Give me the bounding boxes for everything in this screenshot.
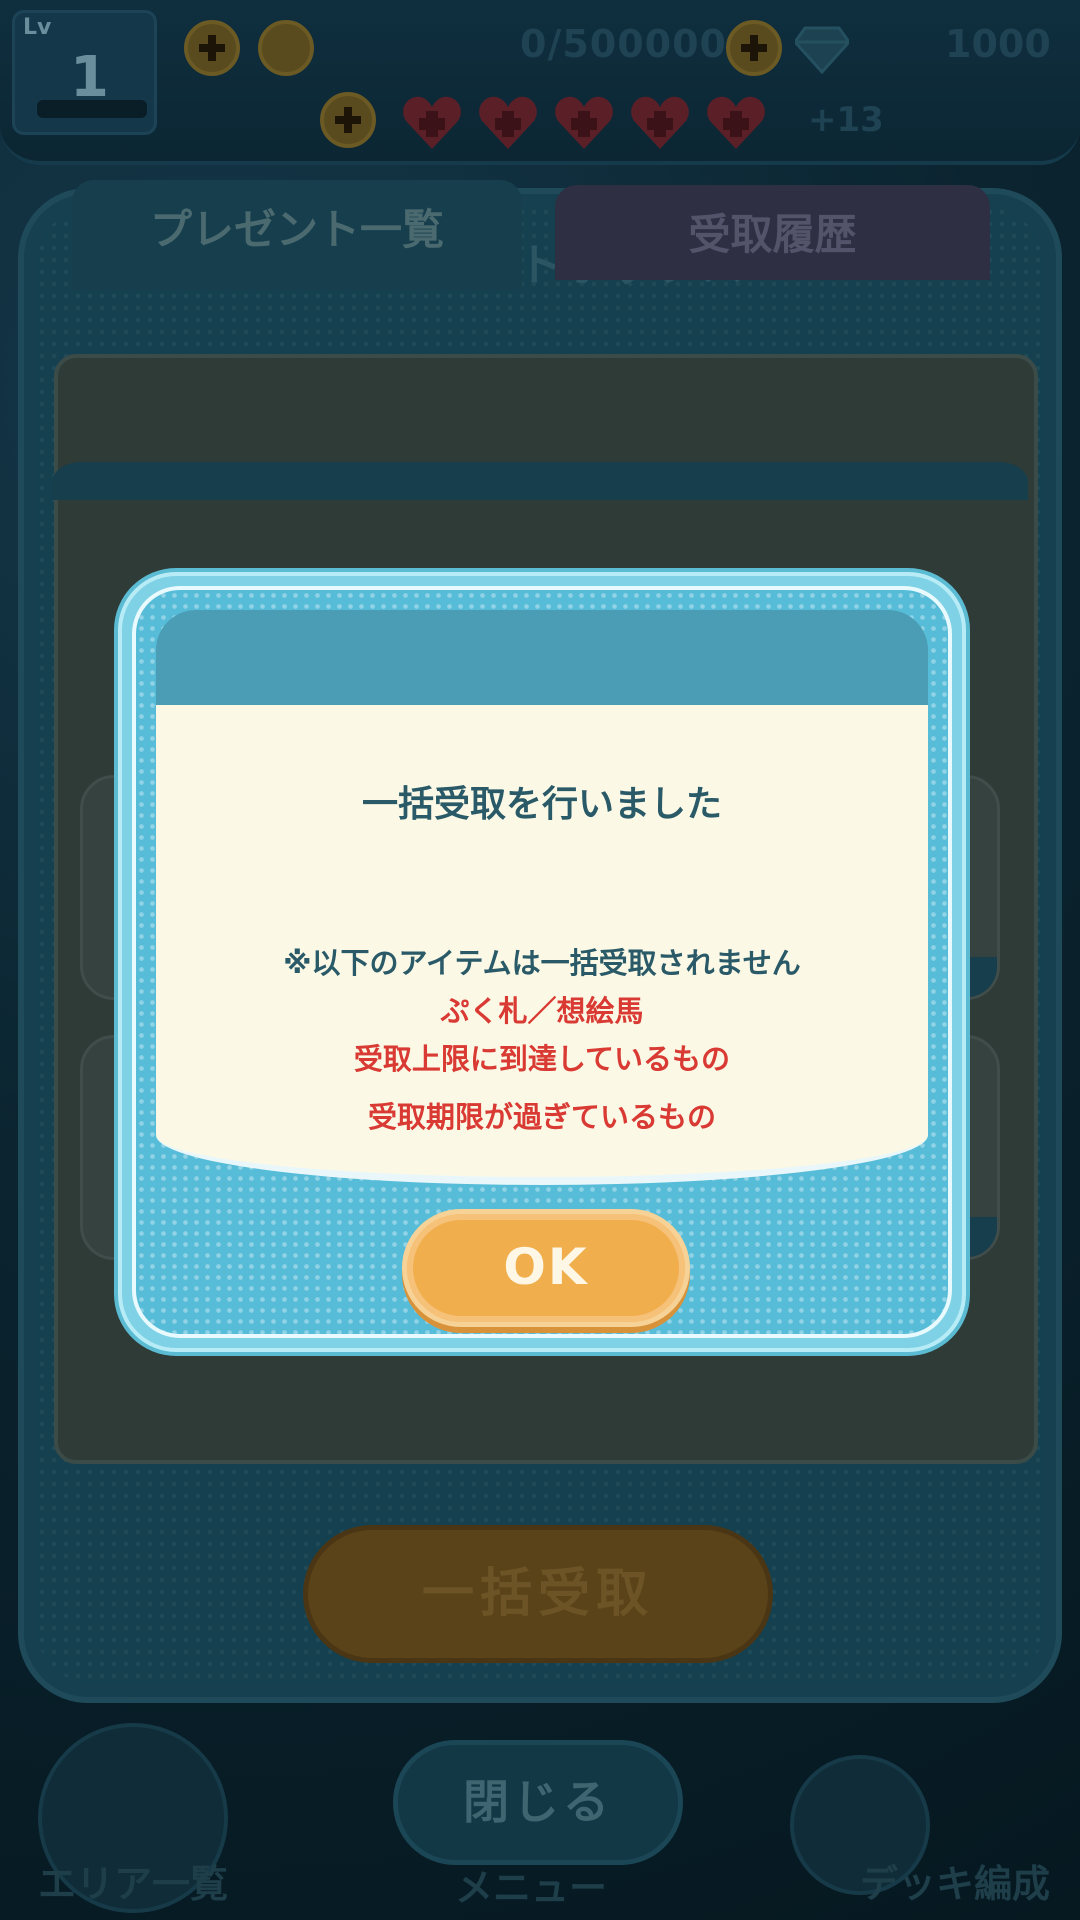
coin-icon bbox=[258, 20, 314, 76]
excluded-item: 受取期限が過ぎているもの bbox=[367, 1100, 716, 1134]
dialog-title: 一括受取を行いました bbox=[361, 784, 722, 825]
tab-present-list[interactable]: プレゼント一覧 bbox=[72, 180, 522, 290]
heart-icon bbox=[631, 96, 689, 149]
heart-extra-count: +13 bbox=[808, 100, 884, 140]
bulk-receive-button[interactable]: 一括受取 bbox=[303, 1525, 773, 1663]
menu-label[interactable]: メニュー bbox=[455, 1857, 607, 1912]
gem-counter: 1000 bbox=[945, 22, 1051, 66]
tab-underline bbox=[52, 462, 1028, 500]
close-button[interactable]: 閉じる bbox=[393, 1740, 683, 1865]
add-coin-icon[interactable] bbox=[184, 20, 240, 76]
dialog-notice: ※以下のアイテムは一括受取されません bbox=[283, 946, 801, 980]
screen: Lv 1 0/5000000 1000 +13 プレゼントボックス プレゼント一… bbox=[0, 0, 1080, 1920]
deck-label[interactable]: デッキ編成 bbox=[860, 1853, 1050, 1908]
add-heart-icon[interactable] bbox=[320, 92, 376, 148]
heart-icon bbox=[403, 96, 461, 149]
money-counter: 0/5000000 bbox=[520, 22, 755, 66]
level-exp-bar bbox=[37, 100, 147, 118]
heart-icon bbox=[479, 96, 537, 149]
excluded-item: 受取上限に到達しているもの bbox=[353, 1042, 731, 1076]
top-hud: Lv 1 0/5000000 1000 +13 bbox=[0, 0, 1080, 165]
heart-icon bbox=[555, 96, 613, 149]
heart-icon bbox=[707, 96, 765, 149]
tab-receive-history[interactable]: 受取履歴 bbox=[555, 185, 990, 280]
dialog-content: 一括受取を行いました ※以下のアイテムは一括受取されません ぷく札／想絵馬 受取… bbox=[156, 705, 928, 1185]
level-badge[interactable]: Lv 1 bbox=[12, 10, 157, 135]
dialog-header bbox=[156, 610, 928, 705]
bulk-receive-dialog: 一括受取を行いました ※以下のアイテムは一括受取されません ぷく札／想絵馬 受取… bbox=[118, 572, 966, 1352]
area-list-label[interactable]: エリア一覧 bbox=[38, 1853, 228, 1908]
add-gem-icon[interactable] bbox=[726, 20, 782, 76]
diamond-icon bbox=[795, 26, 849, 74]
excluded-item: ぷく札／想絵馬 bbox=[440, 994, 644, 1028]
level-label: Lv bbox=[23, 15, 52, 40]
ok-button[interactable]: OK bbox=[402, 1209, 690, 1327]
